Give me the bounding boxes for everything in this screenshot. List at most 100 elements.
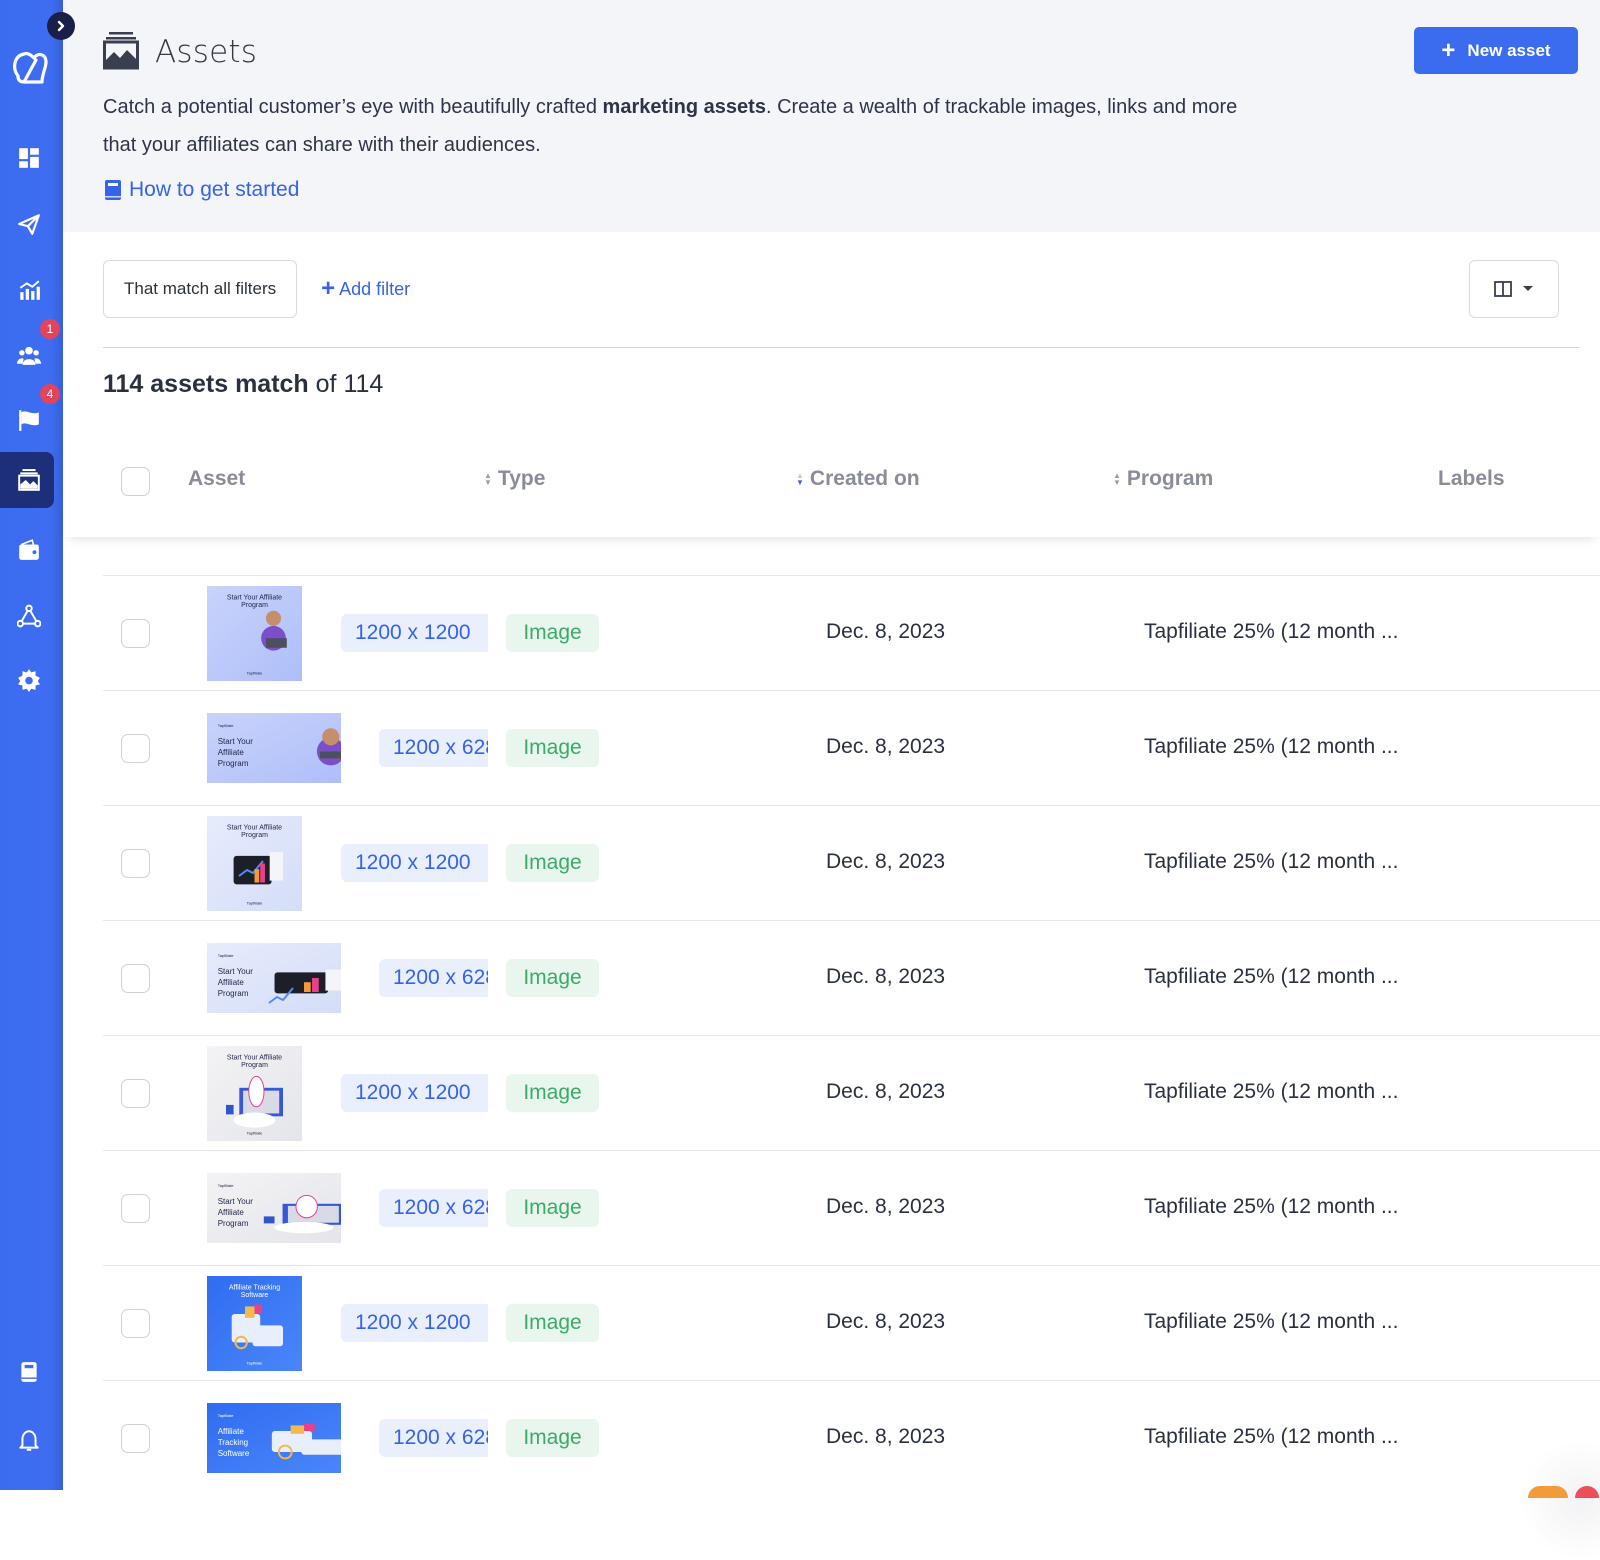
network-triangle-icon xyxy=(17,604,41,628)
svg-text:Program: Program xyxy=(241,832,268,839)
asset-thumbnail[interactable]: Tapfiliate Start Your Affiliate Program xyxy=(207,1173,341,1243)
asset-thumbnail[interactable]: Start Your Affiliate Program Tapfiliate xyxy=(207,816,302,911)
svg-text:Affiliate: Affiliate xyxy=(218,1427,245,1436)
svg-text:Affiliate: Affiliate xyxy=(218,748,245,757)
program-cell[interactable]: Tapfiliate 25% (12 month ... xyxy=(1144,735,1398,759)
results-count-bold: 114 assets match xyxy=(103,370,309,398)
created-on-cell: Dec. 8, 2023 xyxy=(826,1080,946,1103)
sidebar-item-reports[interactable] xyxy=(0,262,54,318)
row-checkbox[interactable] xyxy=(121,1424,150,1453)
svg-text:Start Your Affiliate: Start Your Affiliate xyxy=(227,594,282,601)
match-mode-button[interactable]: That match all filters xyxy=(103,260,298,318)
type-pill: Image xyxy=(506,1304,599,1342)
plus-icon: + xyxy=(1441,36,1456,64)
program-cell[interactable]: Tapfiliate 25% (12 month ... xyxy=(1144,1310,1398,1334)
asset-thumbnail[interactable]: Affiliate Tracking Software Tapfiliate xyxy=(207,1276,302,1371)
table-row[interactable]: Tapfiliate Start Your Affiliate Program 1200… xyxy=(103,690,1600,805)
column-label: Type xyxy=(497,467,546,490)
svg-text:Tapfiliate: Tapfiliate xyxy=(218,723,235,728)
table-row[interactable]: Tapfiliate Affiliate Tracking Software 1200 … xyxy=(103,1380,1600,1495)
sidebar-item-flags[interactable]: 4 xyxy=(0,384,60,448)
svg-text:Program: Program xyxy=(241,1062,268,1069)
sidebar-item-settings[interactable] xyxy=(0,652,54,708)
program-cell[interactable]: Tapfiliate 25% (12 month ... xyxy=(1144,1425,1398,1449)
dimensions-pill: 1200 x 1200 xyxy=(341,844,488,882)
row-checkbox[interactable] xyxy=(121,849,150,878)
new-asset-button[interactable]: + New asset xyxy=(1414,27,1578,74)
type-pill: Image xyxy=(506,1189,599,1227)
table-row[interactable]: Start Your Affiliate Program Tapfiliate 120… xyxy=(103,575,1600,690)
asset-thumbnail[interactable]: Start Your Affiliate Program Tapfiliate xyxy=(207,1046,302,1141)
column-header-program[interactable]: ▲ ▼ Program xyxy=(1113,467,1213,491)
dimensions-text: 1200 x 628 xyxy=(393,1426,488,1449)
dimensions-text: 1200 x 1200 xyxy=(355,851,471,874)
created-on-cell: Dec. 8, 2023 xyxy=(826,620,946,643)
asset-thumbnail[interactable]: Tapfiliate Start Your Affiliate Program xyxy=(207,713,341,783)
sidebar-item-dashboard[interactable] xyxy=(0,130,54,186)
table-row[interactable]: Tapfiliate Start Your Affiliate Program 1200… xyxy=(103,1150,1600,1265)
filter-bar: That match all filters + Add filter xyxy=(103,260,410,318)
program-cell[interactable]: Tapfiliate 25% (12 month ... xyxy=(1144,620,1398,644)
results-count: 114 assets match of 114 xyxy=(103,370,383,399)
column-header-type[interactable]: ▲ ▼ Type xyxy=(484,467,545,491)
created-on-cell: Dec. 8, 2023 xyxy=(826,965,946,988)
results-count-total: of 114 xyxy=(308,370,384,398)
table-row[interactable]: Start Your Affiliate Program Tapfiliate 120… xyxy=(103,1035,1600,1150)
paper-plane-icon xyxy=(18,214,40,235)
add-filter-button[interactable]: + Add filter xyxy=(321,275,410,303)
program-cell[interactable]: Tapfiliate 25% (12 month ... xyxy=(1144,1080,1398,1104)
row-checkbox[interactable] xyxy=(121,619,150,648)
type-pill: Image xyxy=(506,614,599,652)
asset-thumbnail[interactable]: Tapfiliate Start Your Affiliate Program xyxy=(207,943,341,1013)
svg-text:Tapfiliate: Tapfiliate xyxy=(247,1360,264,1365)
tapfiliate-logo-icon[interactable] xyxy=(8,46,52,90)
bell-icon xyxy=(19,1430,39,1451)
svg-text:Tapfiliate: Tapfiliate xyxy=(247,670,264,675)
sidebar-item-notifications[interactable] xyxy=(0,1412,54,1468)
dimensions-text: 1200 x 1200 xyxy=(355,621,471,644)
description-bold-text: marketing assets xyxy=(602,96,766,118)
column-header-asset: Asset xyxy=(188,467,245,491)
row-checkbox[interactable] xyxy=(121,1079,150,1108)
sidebar-item-send[interactable] xyxy=(0,196,54,252)
program-cell[interactable]: Tapfiliate 25% (12 month ... xyxy=(1144,1195,1398,1219)
dimensions-pill: 1200 x 628 xyxy=(379,1419,488,1457)
sidebar-item-docs[interactable] xyxy=(0,1344,54,1400)
select-all-checkbox[interactable] xyxy=(121,467,150,496)
sort-icon: ▲ ▼ xyxy=(1113,471,1121,487)
created-on-cell: Dec. 8, 2023 xyxy=(826,850,946,873)
page-title: Assets xyxy=(155,34,258,70)
how-to-get-started-link[interactable]: How to get started xyxy=(103,178,299,202)
sidebar-item-integrations[interactable] xyxy=(0,588,54,644)
sidebar-toggle-button[interactable] xyxy=(47,12,75,40)
table-row[interactable]: Start Your Affiliate Program Tapfiliate 120… xyxy=(103,805,1600,920)
dimensions-text: 1200 x 628 xyxy=(393,736,488,759)
users-icon xyxy=(17,346,41,365)
row-checkbox[interactable] xyxy=(121,1309,150,1338)
description-text: Catch a potential customer’s eye with be… xyxy=(103,96,603,118)
row-checkbox[interactable] xyxy=(121,734,150,763)
row-checkbox[interactable] xyxy=(121,964,150,993)
table-row[interactable]: Affiliate Tracking Software Tapfiliate 1200… xyxy=(103,1265,1600,1380)
sidebar-item-assets[interactable] xyxy=(0,452,54,508)
program-cell[interactable]: Tapfiliate 25% (12 month ... xyxy=(1144,850,1398,874)
column-label: Asset xyxy=(188,467,246,490)
asset-thumbnail[interactable]: Start Your Affiliate Program Tapfiliate xyxy=(207,586,302,681)
support-widget-button[interactable] xyxy=(1528,1486,1568,1498)
asset-thumbnail[interactable]: Tapfiliate Affiliate Tracking Software xyxy=(207,1403,341,1473)
column-header-created-on[interactable]: ▲ ▼ Created on xyxy=(796,467,920,491)
created-on-cell: Dec. 8, 2023 xyxy=(826,1425,946,1448)
svg-text:Software: Software xyxy=(218,1449,250,1458)
svg-text:Affiliate Tracking: Affiliate Tracking xyxy=(229,1284,280,1291)
bar-chart-icon xyxy=(19,280,40,300)
column-toggle-button[interactable] xyxy=(1469,260,1559,318)
svg-text:Start Your Affiliate: Start Your Affiliate xyxy=(227,1054,282,1061)
page-header: Assets Catch a potential customer’s eye … xyxy=(63,0,1600,232)
sidebar-item-wallet[interactable] xyxy=(0,522,54,578)
program-cell[interactable]: Tapfiliate 25% (12 month ... xyxy=(1144,965,1398,989)
table-row[interactable]: Tapfiliate Start Your Affiliate Program 1200… xyxy=(103,920,1600,1035)
table-header: Asset ▲ ▼ Type ▲ ▼ Created on ▲ ▼ Program Labe… xyxy=(63,425,1600,537)
svg-text:Tapfiliate: Tapfiliate xyxy=(218,1413,235,1418)
sidebar-item-affiliates[interactable]: 1 xyxy=(0,319,60,383)
row-checkbox[interactable] xyxy=(121,1194,150,1223)
